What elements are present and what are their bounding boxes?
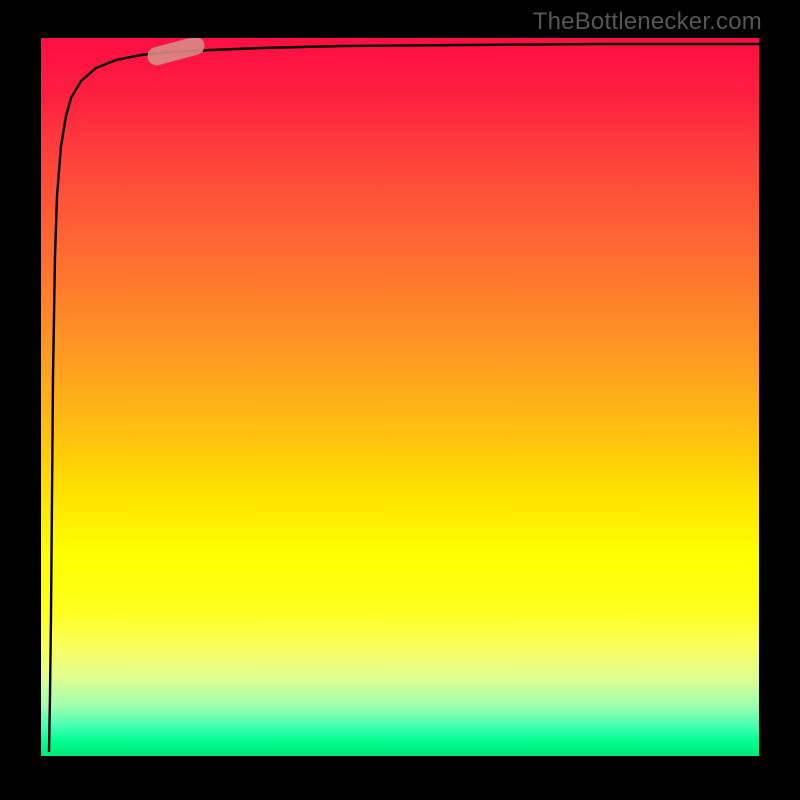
chart-stage: TheBottlenecker.com	[0, 0, 800, 800]
plot-area	[41, 38, 759, 756]
attribution-text: TheBottlenecker.com	[533, 8, 762, 36]
bottleneck-curve	[49, 44, 759, 751]
curve-layer	[41, 38, 759, 756]
curve-marker	[146, 38, 207, 67]
